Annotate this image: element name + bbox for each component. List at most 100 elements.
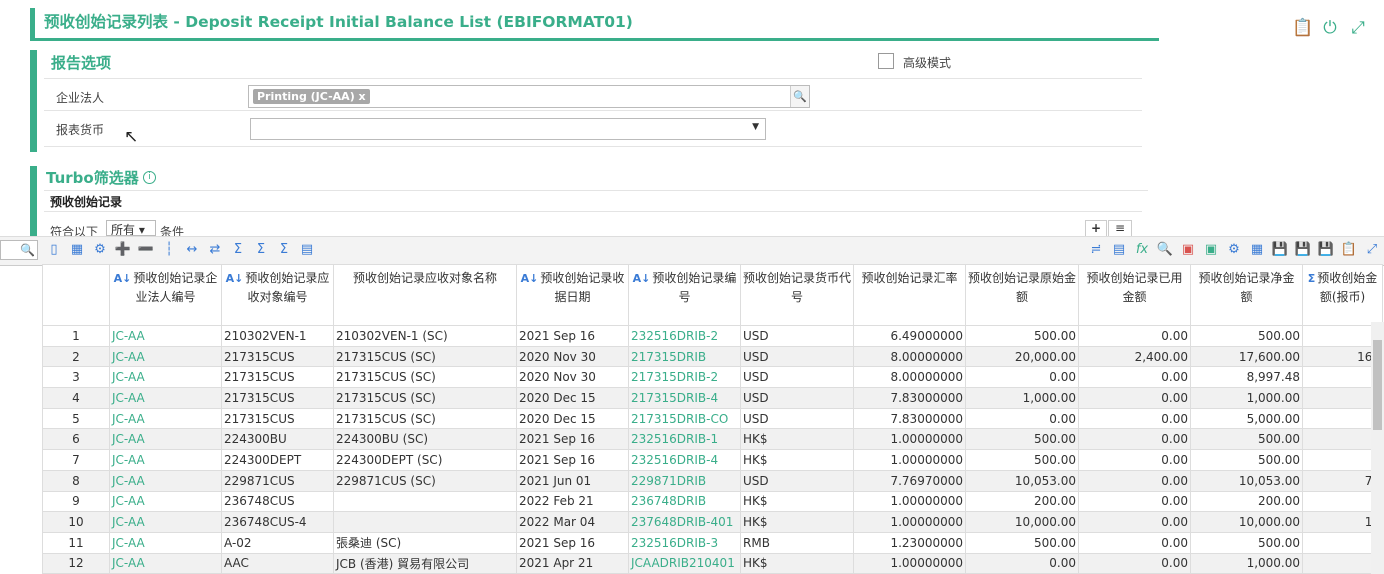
sort-icon[interactable]: A↓ — [633, 272, 651, 285]
report-section-title: 报告选项 — [51, 54, 112, 72]
info-icon[interactable]: i — [143, 171, 156, 184]
table-row[interactable]: 10 JC-AA 236748CUS-4 2022 Mar 04 237648DRIB-… — [42, 511, 1383, 533]
sort-icon[interactable]: A↓ — [226, 272, 244, 285]
zoom-icon[interactable]: 🔍 — [1155, 240, 1175, 260]
cell-link[interactable]: 236748DRIB — [628, 490, 741, 513]
save-layout-icon[interactable]: 💾 — [1316, 240, 1336, 260]
cell-link[interactable]: 232516DRIB-3 — [628, 531, 741, 554]
column-header[interactable]: 预收创始记录已用金额 — [1078, 264, 1191, 326]
table-row[interactable]: 5 JC-AA 217315CUS 217315CUS (SC) 2020 Dec 15… — [42, 407, 1383, 430]
sum-icon[interactable]: Σ — [1308, 272, 1316, 285]
table-cell: 2,400.00 — [1078, 345, 1191, 368]
column-header[interactable]: 预收创始记录原始金额 — [965, 264, 1079, 326]
cell-link[interactable]: JC-AA — [109, 490, 222, 513]
table-cell: 1.00000000 — [853, 449, 966, 471]
cell-link[interactable]: JC-AA — [109, 407, 222, 430]
excel-icon[interactable]: ▣ — [1201, 240, 1221, 260]
sum-view-icon[interactable]: Σ — [274, 240, 294, 260]
filter-run-icon[interactable]: ⚙ — [90, 240, 110, 260]
export-grid-icon[interactable]: ▤ — [297, 240, 317, 260]
save-as-icon[interactable]: 💾 — [1293, 240, 1313, 260]
formula-icon[interactable]: fx — [1132, 240, 1152, 260]
layout-icon[interactable]: ▦ — [1247, 240, 1267, 260]
table-row[interactable]: 4 JC-AA 217315CUS 217315CUS (SC) 2020 Dec 15… — [42, 387, 1383, 409]
grid-remove-icon[interactable]: ▦ — [67, 240, 87, 260]
column-header[interactable]: A↓ 预收创始记录编号 — [628, 264, 741, 326]
cell-link[interactable]: 217315DRIB-CO — [628, 407, 741, 430]
clipboard-icon[interactable]: 📋 — [1292, 18, 1313, 38]
vertical-scrollbar[interactable] — [1371, 322, 1384, 574]
cell-link[interactable]: JC-AA — [109, 366, 222, 389]
column-header[interactable]: 预收创始记录应收对象名称 — [333, 264, 517, 326]
expand-icon[interactable]: ⤢ — [1348, 18, 1368, 38]
table-cell: HK$ — [740, 511, 854, 533]
cell-link[interactable]: JCAADRIB210401 — [628, 552, 741, 574]
entity-selector[interactable]: Printing (JC-AA) x 🔍 — [248, 85, 810, 108]
cell-link[interactable]: 217315DRIB — [628, 345, 741, 368]
column-header[interactable]: A↓ 预收创始记录企业法人编号 — [109, 264, 222, 326]
cell-link[interactable]: JC-AA — [109, 387, 222, 409]
table-cell: 500.00 — [1190, 325, 1303, 347]
table-row[interactable]: 3 JC-AA 217315CUS 217315CUS (SC) 2020 Nov 30… — [42, 366, 1383, 389]
cell-link[interactable]: 232516DRIB-4 — [628, 449, 741, 471]
column-header[interactable]: 预收创始记录汇率 — [853, 264, 966, 326]
cell-link[interactable]: JC-AA — [109, 511, 222, 533]
cell-link[interactable]: 217315DRIB-2 — [628, 366, 741, 389]
cell-link[interactable]: JC-AA — [109, 469, 222, 492]
table-cell: USD — [740, 345, 854, 368]
advanced-mode-checkbox[interactable] — [878, 53, 894, 69]
column-header[interactable] — [42, 264, 110, 326]
chart-icon[interactable]: ≓ — [1086, 240, 1106, 260]
cell-link[interactable]: 232516DRIB-2 — [628, 325, 741, 347]
search-icon[interactable]: 🔍 — [790, 86, 809, 107]
cell-link[interactable]: JC-AA — [109, 449, 222, 471]
column-resize-icon[interactable]: ↔ — [182, 240, 202, 260]
report-icon[interactable]: ▤ — [1109, 240, 1129, 260]
sum-icon[interactable]: Σ — [228, 240, 248, 260]
cell-link[interactable]: 232516DRIB-1 — [628, 428, 741, 451]
table-cell: 7.83000000 — [853, 387, 966, 409]
cell-link[interactable]: JC-AA — [109, 345, 222, 368]
settings-icon[interactable]: ⚙ — [1224, 240, 1244, 260]
table-cell: HK$ — [740, 428, 854, 451]
table-row[interactable]: 11 JC-AA A-02 張桑迪 (SC) 2021 Sep 16 232516DRIB… — [42, 531, 1383, 554]
sort-icon[interactable]: A↓ — [114, 272, 132, 285]
sum-remove-icon[interactable]: Σ — [251, 240, 271, 260]
pdf-icon[interactable]: ▣ — [1178, 240, 1198, 260]
match-select[interactable]: 所有 ▾ — [106, 220, 156, 236]
cell-link[interactable]: 229871DRIB — [628, 469, 741, 492]
cell-link[interactable]: 217315DRIB-4 — [628, 387, 741, 409]
column-header[interactable]: 预收创始记录净金额 — [1190, 264, 1303, 326]
table-row[interactable]: 2 JC-AA 217315CUS 217315CUS (SC) 2020 Nov 30… — [42, 345, 1383, 368]
table-row[interactable]: 12 JC-AA AAC JCB (香港) 貿易有限公司 2021 Apr 21 JCAA… — [42, 552, 1383, 574]
table-cell: 224300DEPT (SC) — [333, 449, 517, 471]
column-header[interactable]: A↓ 预收创始记录收据日期 — [516, 264, 629, 326]
table-row[interactable]: 1 JC-AA 210302VEN-1 210302VEN-1 (SC) 2021 Se… — [42, 325, 1383, 347]
column-header[interactable]: Σ 预收创始金额(报币) — [1302, 264, 1383, 326]
column-fit-icon[interactable]: ⇄ — [205, 240, 225, 260]
table-row[interactable]: 8 JC-AA 229871CUS 229871CUS (SC) 2021 Jun 01… — [42, 469, 1383, 492]
fullscreen-icon[interactable]: ⤢ — [1362, 240, 1382, 260]
table-row[interactable]: 9 JC-AA 236748CUS 2022 Feb 21 236748DRIB HK$ 1… — [42, 490, 1383, 513]
scrollbar-thumb[interactable] — [1373, 340, 1382, 430]
table-row[interactable]: 7 JC-AA 224300DEPT 224300DEPT (SC) 2021 Sep … — [42, 449, 1383, 471]
cell-link[interactable]: JC-AA — [109, 531, 222, 554]
copy-icon[interactable]: 📋 — [1339, 240, 1359, 260]
cell-link[interactable]: 237648DRIB-401 — [628, 511, 741, 533]
sort-icon[interactable]: A↓ — [521, 272, 539, 285]
currency-select[interactable]: ▼ — [250, 118, 766, 140]
column-split-icon[interactable]: ┆ — [159, 240, 179, 260]
remove-page-icon[interactable]: ➖ — [136, 240, 156, 260]
cell-link[interactable]: JC-AA — [109, 325, 222, 347]
entity-chip[interactable]: Printing (JC-AA) x — [253, 89, 370, 104]
power-icon[interactable]: ⏻ — [1320, 18, 1340, 38]
column-header[interactable]: 预收创始记录货币代号 — [740, 264, 854, 326]
add-page-icon[interactable]: ➕ — [113, 240, 133, 260]
cell-link[interactable]: JC-AA — [109, 552, 222, 574]
column-header[interactable]: A↓ 预收创始记录应收对象编号 — [221, 264, 334, 326]
search-icon[interactable]: 🔍 — [0, 240, 38, 260]
table-row[interactable]: 6 JC-AA 224300BU 224300BU (SC) 2021 Sep 16 23… — [42, 428, 1383, 451]
cell-link[interactable]: JC-AA — [109, 428, 222, 451]
save-icon[interactable]: 💾 — [1270, 240, 1290, 260]
column-remove-icon[interactable]: ▯ — [44, 240, 64, 260]
